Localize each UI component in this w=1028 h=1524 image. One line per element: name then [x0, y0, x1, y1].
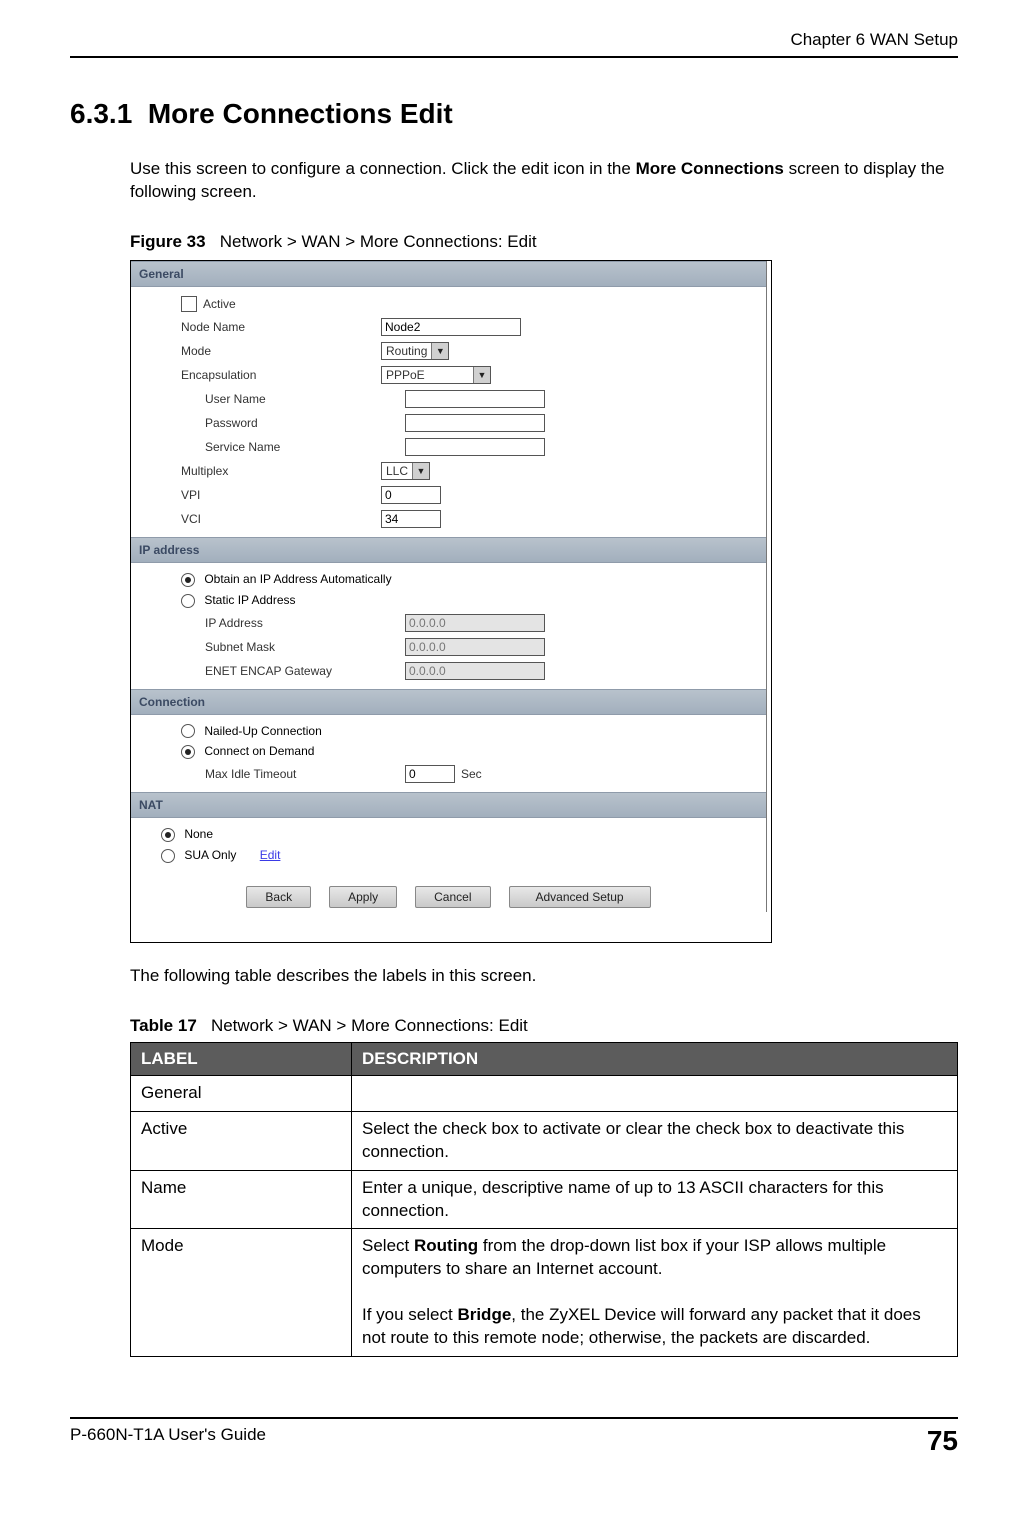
- page-number: 75: [927, 1425, 958, 1457]
- mode-select[interactable]: Routing ▼: [381, 342, 449, 360]
- section-bar-nat: NAT: [131, 792, 766, 818]
- max-idle-input[interactable]: [405, 765, 455, 783]
- description-table: LABEL DESCRIPTION General Active Select …: [130, 1042, 958, 1357]
- table-row: General: [131, 1075, 958, 1111]
- nat-none-radio[interactable]: [161, 828, 175, 842]
- ip-static-radio[interactable]: [181, 594, 195, 608]
- after-figure-text: The following table describes the labels…: [130, 965, 958, 988]
- cell-label: Name: [131, 1170, 352, 1229]
- col-header-label: LABEL: [131, 1042, 352, 1075]
- figure-title: Network > WAN > More Connections: Edit: [220, 232, 537, 251]
- cancel-button[interactable]: Cancel: [415, 886, 490, 908]
- section-number: 6.3.1: [70, 98, 132, 129]
- nat-none-label: None: [184, 827, 213, 841]
- encap-label: Encapsulation: [181, 368, 381, 382]
- nailed-up-label: Nailed-Up Connection: [204, 724, 321, 738]
- vci-input[interactable]: [381, 510, 441, 528]
- section-heading: 6.3.1 More Connections Edit: [70, 98, 958, 130]
- section-title: More Connections Edit: [148, 98, 453, 129]
- connect-on-demand-radio[interactable]: [181, 745, 195, 759]
- table-title: Network > WAN > More Connections: Edit: [211, 1016, 528, 1035]
- sec-suffix: Sec: [461, 767, 482, 781]
- vpi-input[interactable]: [381, 486, 441, 504]
- user-name-input[interactable]: [405, 390, 545, 408]
- enet-gateway-input[interactable]: [405, 662, 545, 680]
- max-idle-label: Max Idle Timeout: [181, 767, 405, 781]
- nat-sua-label: SUA Only: [184, 848, 236, 862]
- footer-rule: [70, 1417, 958, 1419]
- chapter-header: Chapter 6 WAN Setup: [70, 30, 958, 50]
- text-bold: Bridge: [457, 1305, 511, 1324]
- enet-gateway-label: ENET ENCAP Gateway: [181, 664, 405, 678]
- ip-auto-radio[interactable]: [181, 573, 195, 587]
- cell-desc: Select Routing from the drop-down list b…: [352, 1229, 958, 1357]
- section-bar-general: General: [131, 261, 766, 287]
- nat-edit-link[interactable]: Edit: [260, 848, 281, 862]
- footer-guide: P-660N-T1A User's Guide: [70, 1425, 266, 1457]
- chevron-down-icon: ▼: [473, 367, 490, 383]
- table-caption: Table 17 Network > WAN > More Connection…: [130, 1016, 958, 1036]
- back-button[interactable]: Back: [246, 886, 311, 908]
- page-footer: P-660N-T1A User's Guide 75: [70, 1425, 958, 1457]
- connect-on-demand-label: Connect on Demand: [204, 744, 314, 758]
- section-bar-connection: Connection: [131, 689, 766, 715]
- service-name-label: Service Name: [181, 440, 405, 454]
- advanced-setup-button[interactable]: Advanced Setup: [509, 886, 651, 908]
- ip-static-label: Static IP Address: [204, 593, 295, 607]
- cell-label: Active: [131, 1111, 352, 1170]
- nailed-up-radio[interactable]: [181, 724, 195, 738]
- user-name-label: User Name: [181, 392, 405, 406]
- cell-desc: [352, 1075, 958, 1111]
- intro-pre: Use this screen to configure a connectio…: [130, 159, 636, 178]
- screenshot-more-connections-edit: General Active Node Name Mode Routing ▼: [130, 260, 772, 943]
- chevron-down-icon: ▼: [431, 343, 448, 359]
- table-row: Name Enter a unique, descriptive name of…: [131, 1170, 958, 1229]
- encap-select[interactable]: PPPoE ▼: [381, 366, 491, 384]
- table-number: Table 17: [130, 1016, 197, 1035]
- multiplex-label: Multiplex: [181, 464, 381, 478]
- service-name-input[interactable]: [405, 438, 545, 456]
- figure-caption: Figure 33 Network > WAN > More Connectio…: [130, 232, 958, 252]
- button-row: Back Apply Cancel Advanced Setup: [131, 872, 766, 912]
- node-name-label: Node Name: [181, 320, 381, 334]
- text-bold: Routing: [414, 1236, 478, 1255]
- text: Select: [362, 1236, 414, 1255]
- multiplex-select[interactable]: LLC ▼: [381, 462, 430, 480]
- vci-label: VCI: [181, 512, 381, 526]
- subnet-mask-input[interactable]: [405, 638, 545, 656]
- node-name-input[interactable]: [381, 318, 521, 336]
- ip-address-label: IP Address: [181, 616, 405, 630]
- cell-desc: Select the check box to activate or clea…: [352, 1111, 958, 1170]
- table-row: Active Select the check box to activate …: [131, 1111, 958, 1170]
- encap-value: PPPoE: [382, 368, 429, 382]
- table-row: Mode Select Routing from the drop-down l…: [131, 1229, 958, 1357]
- mode-value: Routing: [382, 344, 431, 358]
- header-rule: [70, 56, 958, 58]
- col-header-desc: DESCRIPTION: [352, 1042, 958, 1075]
- cell-label: Mode: [131, 1229, 352, 1357]
- figure-number: Figure 33: [130, 232, 206, 251]
- chevron-down-icon: ▼: [412, 463, 429, 479]
- text: If you select: [362, 1305, 457, 1324]
- cell-desc: Enter a unique, descriptive name of up t…: [352, 1170, 958, 1229]
- intro-bold: More Connections: [636, 159, 784, 178]
- subnet-mask-label: Subnet Mask: [181, 640, 405, 654]
- mode-label: Mode: [181, 344, 381, 358]
- active-label: Active: [203, 297, 236, 311]
- ip-address-input[interactable]: [405, 614, 545, 632]
- apply-button[interactable]: Apply: [329, 886, 397, 908]
- password-label: Password: [181, 416, 405, 430]
- multiplex-value: LLC: [382, 464, 412, 478]
- ip-auto-label: Obtain an IP Address Automatically: [204, 572, 391, 586]
- nat-sua-radio[interactable]: [161, 849, 175, 863]
- section-bar-ip: IP address: [131, 537, 766, 563]
- cell-label: General: [131, 1075, 352, 1111]
- intro-paragraph: Use this screen to configure a connectio…: [130, 158, 958, 204]
- active-checkbox[interactable]: [181, 296, 197, 312]
- vpi-label: VPI: [181, 488, 381, 502]
- password-input[interactable]: [405, 414, 545, 432]
